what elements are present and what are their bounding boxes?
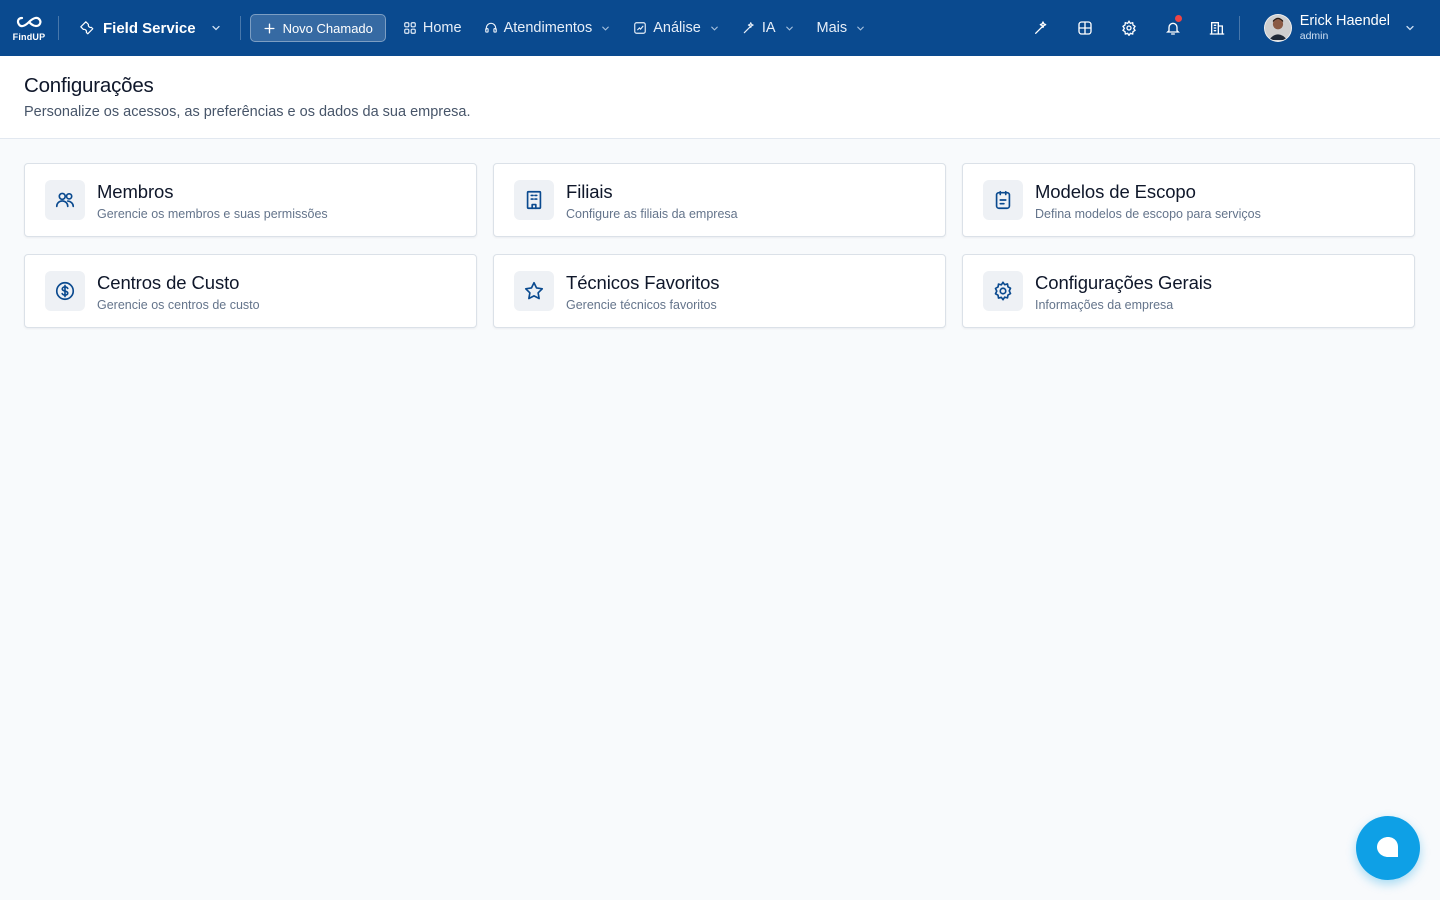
card-modelos-escopo[interactable]: Modelos de Escopo Defina modelos de esco… [962,163,1415,237]
bell-icon [1165,22,1180,35]
card-description: Gerencie os centros de custo [97,298,260,312]
nav-atendimentos[interactable]: Atendimentos [473,0,623,56]
card-description: Configure as filiais da empresa [566,207,738,221]
user-menu[interactable]: Erick Haendel admin [1240,0,1440,56]
company-button[interactable] [1195,0,1239,56]
card-description: Gerencie técnicos favoritos [566,298,717,312]
chevron-down-icon [1406,25,1414,31]
clipboard-icon [995,190,1011,210]
grid-icon [404,22,416,34]
card-description: Gerencie os membros e suas permissões [97,207,328,221]
card-text: Modelos de Escopo Defina modelos de esco… [1035,181,1261,221]
card-icon-container [45,180,85,220]
user-photo-icon [1264,15,1291,40]
building-icon [526,190,542,210]
settings-cards-grid: Membros Gerencie os membros e suas permi… [24,163,1416,328]
star-icon [524,281,544,300]
user-role: admin [1299,29,1329,42]
chevron-down-icon [785,26,793,31]
main-nav: Home Atendimentos Análise IA Mais [392,0,877,56]
card-description: Defina modelos de escopo para serviços [1035,207,1261,221]
card-text: Técnicos Favoritos Gerencie técnicos fav… [566,272,720,312]
chevron-down-icon [710,26,718,31]
logo-text: FindUP [12,31,46,42]
notification-dot [1174,15,1182,22]
nav-mais[interactable]: Mais [806,0,878,56]
nav-analise[interactable]: Análise [622,0,731,56]
plus-icon [264,22,275,34]
chevron-down-icon [211,25,220,31]
wrench-icon [80,21,94,35]
chart-icon [634,22,647,34]
nav-atendimentos-label: Atendimentos [503,20,593,36]
settings-icon [994,281,1012,301]
card-text: Filiais Configure as filiais da empresa [566,181,738,221]
gear-icon [1121,20,1136,36]
page-title: Configurações [24,74,154,97]
card-title: Técnicos Favoritos [566,272,720,293]
settings-button[interactable] [1107,0,1151,56]
card-centros-custo[interactable]: Centros de Custo Gerencie os centros de … [24,254,477,328]
building-icon [1209,22,1225,35]
module-selector[interactable]: Field Service [59,0,240,56]
card-title: Centros de Custo [97,272,240,293]
ai-wand-button[interactable] [1019,0,1063,56]
magic-wand-icon [1034,21,1047,34]
nav-ia[interactable]: IA [731,0,806,56]
card-icon-container [514,180,554,220]
nav-ia-label: IA [761,20,776,36]
layout-grid-icon [1078,21,1092,35]
card-description: Informações da empresa [1035,298,1174,312]
module-label: Field Service [103,19,196,37]
page-subtitle: Personalize os acessos, as preferências … [24,104,471,120]
card-text: Membros Gerencie os membros e suas permi… [97,181,328,221]
page-header: Configurações Personalize os acessos, as… [0,56,1440,139]
avatar [1263,14,1292,42]
chevron-down-icon [857,26,864,31]
nav-home[interactable]: Home [392,0,473,56]
divider [239,16,241,40]
user-info: Erick Haendel admin [1300,14,1390,41]
chevron-down-icon [602,26,610,31]
infinity-logo-icon [16,16,42,27]
headset-icon [484,22,497,33]
notifications-button[interactable] [1151,0,1195,56]
card-icon-container [45,271,85,311]
card-icon-container [514,271,554,311]
chat-widget-button[interactable] [1356,816,1420,880]
sparkle-icon [743,22,754,34]
users-icon [55,192,75,208]
card-membros[interactable]: Membros Gerencie os membros e suas permi… [24,163,477,237]
toolbar-right: Erick Haendel admin [1019,0,1440,56]
findup-logo[interactable]: FindUP [0,0,58,56]
card-icon-container [983,271,1023,311]
card-configuracoes-gerais[interactable]: Configurações Gerais Informações da empr… [962,254,1415,328]
apps-button[interactable] [1063,0,1107,56]
card-text: Centros de Custo Gerencie os centros de … [97,272,260,312]
card-title: Configurações Gerais [1035,272,1212,293]
chat-bubble-icon [1377,837,1398,857]
nav-analise-label: Análise [653,20,701,36]
dollar-icon [55,281,75,301]
card-title: Filiais [566,181,613,202]
nav-mais-label: Mais [816,20,848,36]
new-ticket-label: Novo Chamado [282,20,373,36]
card-filiais[interactable]: Filiais Configure as filiais da empresa [493,163,946,237]
card-text: Configurações Gerais Informações da empr… [1035,272,1212,312]
user-name: Erick Haendel [1299,13,1390,30]
new-ticket-button[interactable]: Novo Chamado [249,14,386,42]
card-icon-container [983,180,1023,220]
card-tecnicos-favoritos[interactable]: Técnicos Favoritos Gerencie técnicos fav… [493,254,946,328]
top-navigation-bar: FindUP Field Service Novo Chamado Home A… [0,0,1440,56]
card-title: Modelos de Escopo [1035,181,1196,202]
card-title: Membros [97,181,174,202]
nav-home-label: Home [422,20,462,36]
